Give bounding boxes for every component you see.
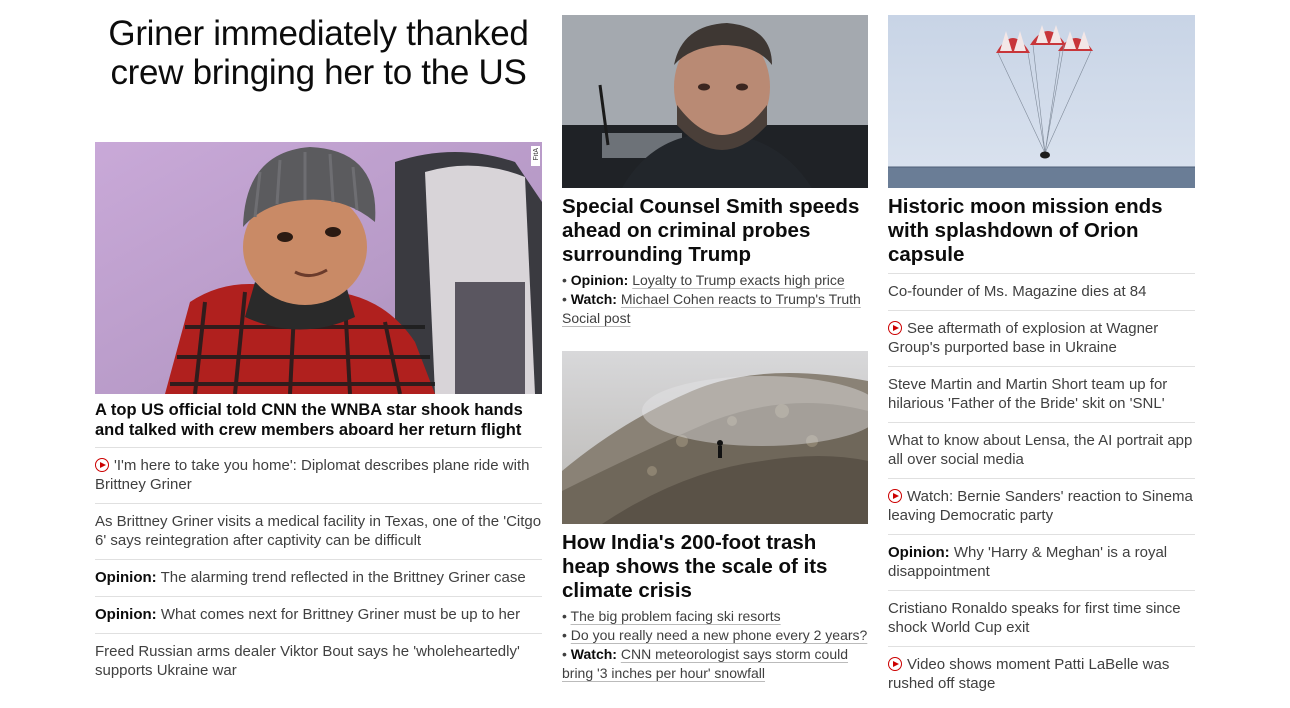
jack-smith-image <box>562 15 868 188</box>
orion-splashdown-image <box>888 15 1195 188</box>
lead-subhead[interactable]: A top US official told CNN the WNBA star… <box>95 400 542 440</box>
list-item[interactable]: What to know about Lensa, the AI portrai… <box>888 422 1195 478</box>
lead-headline[interactable]: Griner immediately thanked crew bringing… <box>95 14 542 92</box>
list-item[interactable]: See aftermath of explosion at Wagner Gro… <box>888 310 1195 366</box>
india-trash-heap-image <box>562 351 868 524</box>
list-item[interactable]: As Brittney Griner visits a medical faci… <box>95 503 542 559</box>
list-item[interactable]: Co-founder of Ms. Magazine dies at 84 <box>888 273 1195 310</box>
list-item[interactable]: Opinion: The alarming trend reflected in… <box>95 559 542 596</box>
right-related-list: Co-founder of Ms. Magazine dies at 84 Se… <box>888 273 1195 697</box>
play-circle-icon <box>888 321 902 335</box>
orion-photo[interactable] <box>888 15 1195 188</box>
smith-headline[interactable]: Special Counsel Smith speeds ahead on cr… <box>562 195 868 267</box>
list-item[interactable]: Opinion: Why 'Harry & Meghan' is a royal… <box>888 534 1195 590</box>
trash-heap-photo[interactable] <box>562 351 868 524</box>
list-item[interactable]: 'I'm here to take you home': Diplomat de… <box>95 447 542 503</box>
list-item[interactable]: Opinion: What comes next for Brittney Gr… <box>95 596 542 633</box>
india-headline[interactable]: How India's 200-foot trash heap shows th… <box>562 531 868 603</box>
list-item[interactable]: Cristiano Ronaldo speaks for first time … <box>888 590 1195 646</box>
griner-plane-image <box>95 142 542 394</box>
bullet-item[interactable]: • The big problem facing ski resorts <box>562 607 868 626</box>
smith-bullets: • Opinion: Loyalty to Trump exacts high … <box>562 271 868 328</box>
list-item[interactable]: Steve Martin and Martin Short team up fo… <box>888 366 1195 422</box>
image-badge: FitA <box>533 148 540 161</box>
lead-related-list: 'I'm here to take you home': Diplomat de… <box>95 447 542 684</box>
play-circle-icon <box>95 458 109 472</box>
bullet-item[interactable]: • Opinion: Loyalty to Trump exacts high … <box>562 271 868 290</box>
bullet-item[interactable]: • Do you really need a new phone every 2… <box>562 626 868 645</box>
india-bullets: • The big problem facing ski resorts • D… <box>562 607 868 683</box>
bullet-item[interactable]: • Watch: CNN meteorologist says storm co… <box>562 645 868 683</box>
list-item[interactable]: Video shows moment Patti LaBelle was rus… <box>888 646 1195 697</box>
list-item[interactable]: Watch: Bernie Sanders' reaction to Sinem… <box>888 478 1195 534</box>
list-item[interactable]: Freed Russian arms dealer Viktor Bout sa… <box>95 633 542 684</box>
griner-photo[interactable]: FitA <box>95 142 542 394</box>
bullet-item[interactable]: • Watch: Michael Cohen reacts to Trump's… <box>562 290 868 328</box>
orion-headline[interactable]: Historic moon mission ends with splashdo… <box>888 195 1195 267</box>
smith-photo[interactable] <box>562 15 868 188</box>
play-circle-icon <box>888 489 902 503</box>
play-circle-icon <box>888 657 902 671</box>
